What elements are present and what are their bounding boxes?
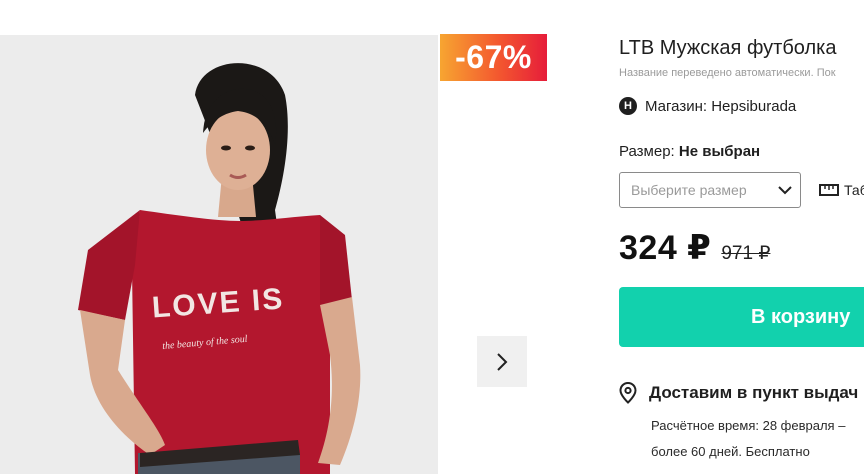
ruler-icon [819,184,839,196]
product-photo [0,35,438,474]
size-select[interactable]: Выберите размер [619,172,801,208]
size-select-placeholder: Выберите размер [631,182,747,198]
size-label: Размер: Не выбран [619,143,760,160]
location-pin-icon [619,382,637,404]
product-image[interactable]: LOVE IS the beauty of the soul [0,35,438,474]
size-value: Не выбран [678,143,761,160]
delivery-title: Доставим в пункт выдач [619,380,858,406]
product-title: LTB Мужская футболка [619,37,837,59]
price-block: 324 ₽ 971 ₽ [619,228,770,270]
store-link[interactable]: H Магазин: Hepsiburada [619,95,796,117]
delivery-estimate: Расчётное время: 28 февраля – [651,418,846,433]
add-to-cart-button[interactable]: В корзину [619,287,864,347]
translation-note: Название переведено автоматически. Пок [619,67,836,79]
delivery-cost: более 60 дней. Бесплатно [651,444,810,459]
discount-badge: -67% [440,34,547,81]
store-label: Магазин: Hepsiburada [645,97,797,115]
price-current: 324 ₽ [619,229,712,267]
store-logo-icon: H [619,97,637,115]
next-image-button[interactable] [477,336,527,387]
chevron-right-icon [497,352,508,371]
size-table-link[interactable]: Таб [819,180,864,200]
size-table-label: Таб [844,182,864,198]
size-label-text: Размер: [619,143,675,160]
delivery-title-text: Доставим в пункт выдач [649,383,859,402]
chevron-down-icon [778,185,792,194]
price-old: 971 ₽ [721,243,771,264]
